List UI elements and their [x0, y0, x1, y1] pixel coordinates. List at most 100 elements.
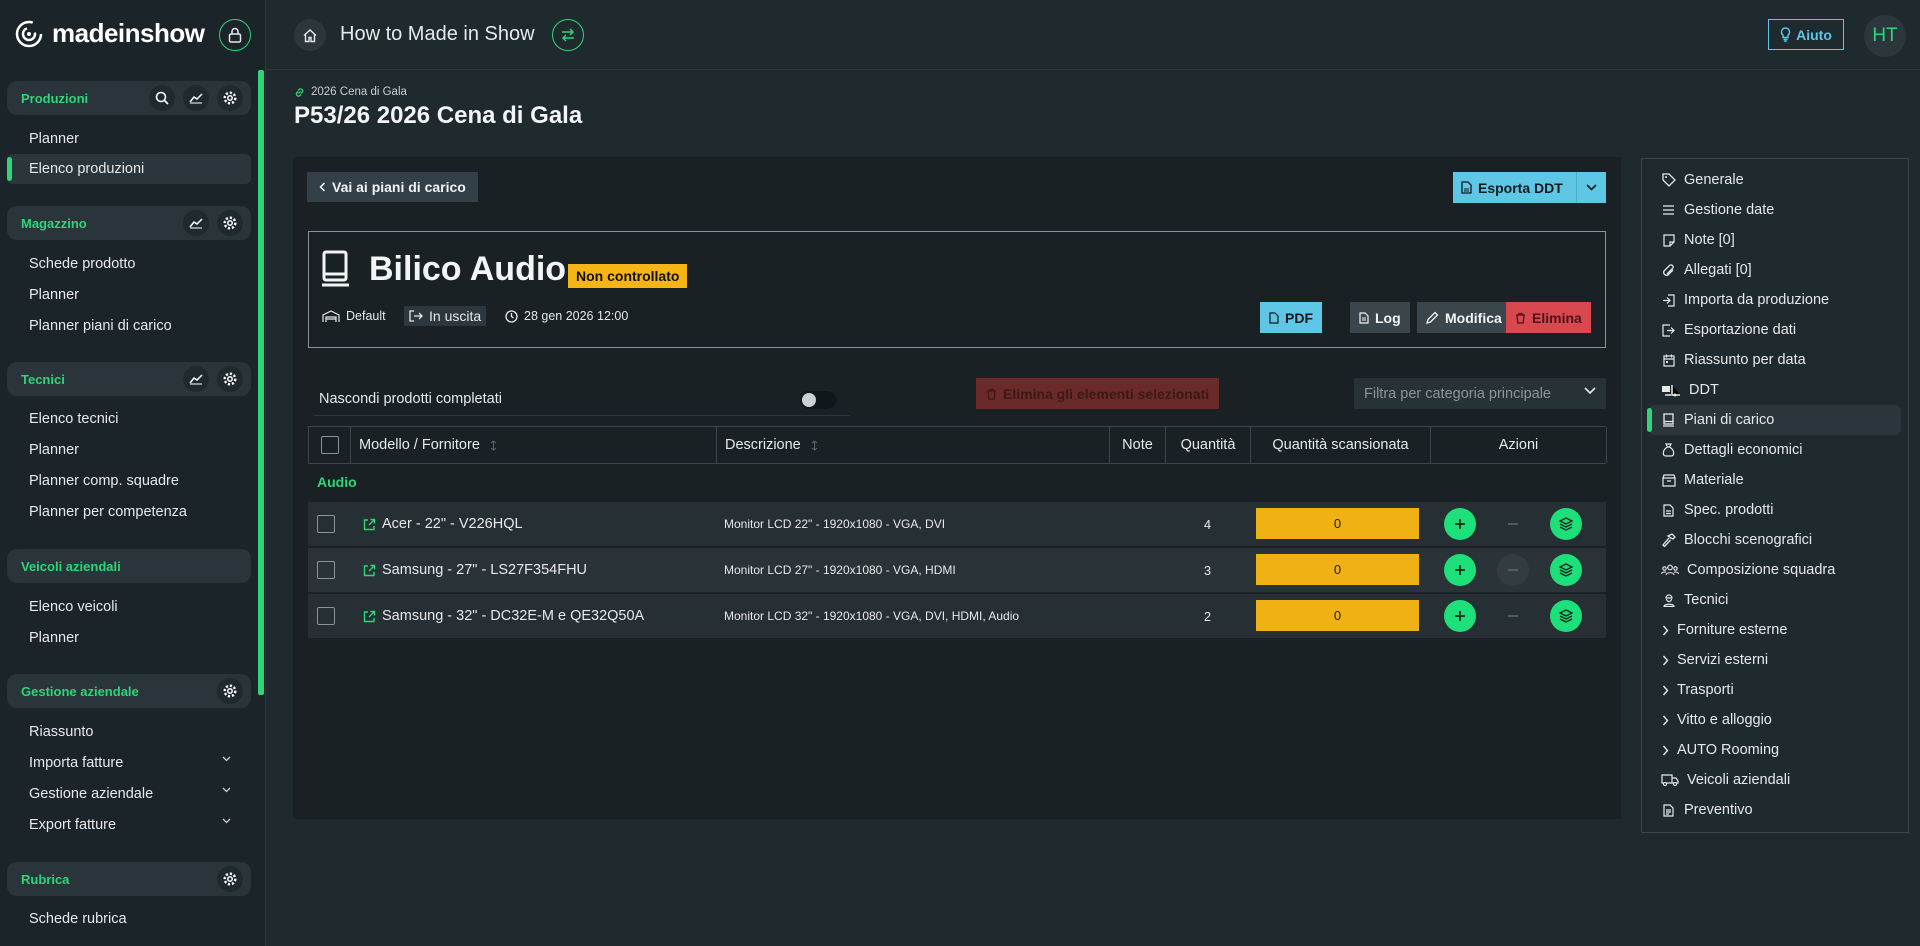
section-rubrica[interactable]: Rubrica — [7, 862, 251, 896]
column-description[interactable]: Descrizione — [717, 427, 1110, 463]
layers-icon — [1559, 563, 1573, 577]
increment-button[interactable] — [1444, 554, 1476, 586]
layers-button[interactable] — [1550, 554, 1582, 586]
truck-loading-icon — [1661, 383, 1681, 398]
sidebar-item-planner[interactable]: Planner — [7, 623, 251, 653]
sidebar-item-planner[interactable]: Planner — [7, 124, 251, 154]
home-button[interactable] — [294, 19, 326, 51]
list-icon — [1661, 203, 1676, 218]
column-model[interactable]: Modello / Fornitore — [351, 427, 717, 463]
hide-completed-toggle[interactable] — [800, 391, 836, 409]
nav-item-gestione-date[interactable]: Gestione date — [1649, 195, 1901, 225]
nav-item-composizione-squadra[interactable]: Composizione squadra — [1649, 555, 1901, 585]
sidebar-item-schede-rubrica[interactable]: Schede rubrica — [7, 904, 251, 934]
chart-icon[interactable] — [183, 210, 209, 236]
gear-icon[interactable] — [217, 85, 243, 111]
nav-item-dettagli-economici[interactable]: Dettagli economici — [1649, 435, 1901, 465]
sidebar-item-importa-fatture[interactable]: Importa fatture — [7, 748, 251, 778]
sidebar-item-riassunto[interactable]: Riassunto — [7, 717, 251, 747]
chart-icon[interactable] — [183, 85, 209, 111]
row-checkbox[interactable] — [317, 515, 335, 533]
gear-icon[interactable] — [217, 210, 243, 236]
gear-icon[interactable] — [217, 866, 243, 892]
nav-item-auto-rooming[interactable]: AUTO Rooming — [1649, 735, 1901, 765]
scanned-quantity-bar[interactable]: 0 — [1256, 508, 1419, 539]
sidebar-item-planner-piani-di-carico[interactable]: Planner piani di carico — [7, 311, 251, 341]
nav-item-preventivo[interactable]: Preventivo — [1649, 795, 1901, 825]
nav-item-vitto-e-alloggio[interactable]: Vitto e alloggio — [1649, 705, 1901, 735]
edit-button[interactable]: Modifica — [1417, 302, 1511, 333]
sidebar-item-label: Gestione aziendale — [29, 786, 154, 802]
nav-item-importa-da-produzione[interactable]: Importa da produzione — [1649, 285, 1901, 315]
nav-item-esportazione-dati[interactable]: Esportazione dati — [1649, 315, 1901, 345]
section-tecnici[interactable]: Tecnici — [7, 362, 251, 396]
chart-icon[interactable] — [183, 366, 209, 392]
log-button[interactable]: Log — [1350, 302, 1410, 333]
nav-item-ddt[interactable]: DDT — [1649, 375, 1901, 405]
nav-item-blocchi-scenografici[interactable]: Blocchi scenografici — [1649, 525, 1901, 555]
avatar[interactable]: HT — [1864, 15, 1906, 57]
increment-button[interactable] — [1444, 508, 1476, 540]
nav-item-trasporti[interactable]: Trasporti — [1649, 675, 1901, 705]
increment-button[interactable] — [1444, 600, 1476, 632]
nav-item-servizi-esterni[interactable]: Servizi esterni — [1649, 645, 1901, 675]
sidebar-item-planner-per-competenza[interactable]: Planner per competenza — [7, 497, 251, 527]
sidebar-item-elenco-tecnici[interactable]: Elenco tecnici — [7, 404, 251, 434]
breadcrumb[interactable]: 2026 Cena di Gala — [294, 86, 407, 98]
gear-icon[interactable] — [217, 678, 243, 704]
gear-icon[interactable] — [217, 366, 243, 392]
model-cell[interactable]: Samsung - 27" - LS27F354FHU — [363, 548, 587, 592]
nav-item-allegati[interactable]: Allegati [0] — [1649, 255, 1901, 285]
nav-item-forniture-esterne[interactable]: Forniture esterne — [1649, 615, 1901, 645]
hide-completed-row: Nascondi prodotti completati — [314, 383, 850, 416]
sidebar-item-elenco-veicoli[interactable]: Elenco veicoli — [7, 592, 251, 622]
section-produzioni[interactable]: Produzioni — [7, 81, 251, 115]
brand-logo[interactable]: madeinshow — [14, 18, 205, 49]
export-dropdown-toggle[interactable] — [1576, 172, 1606, 203]
sidebar-item-planner-comp-squadre[interactable]: Planner comp. squadre — [7, 466, 251, 496]
sidebar-item-export-fatture[interactable]: Export fatture — [7, 810, 251, 840]
layers-button[interactable] — [1550, 600, 1582, 632]
nav-item-note[interactable]: Note [0] — [1649, 225, 1901, 255]
help-button[interactable]: Aiuto — [1768, 19, 1844, 50]
pdf-file-icon — [1461, 181, 1472, 194]
row-checkbox[interactable] — [317, 561, 335, 579]
sidebar-item-elenco-produzioni[interactable]: Elenco produzioni — [7, 154, 251, 184]
nav-item-generale[interactable]: Generale — [1649, 165, 1901, 195]
model-cell[interactable]: Acer - 22" - V226HQL — [363, 502, 523, 546]
sidebar-item-gestione-aziendale[interactable]: Gestione aziendale — [7, 779, 251, 809]
scanned-quantity-bar[interactable]: 0 — [1256, 600, 1419, 631]
delete-selected-button[interactable]: Elimina gli elementi selezionati — [976, 378, 1220, 409]
sidebar-item-planner[interactable]: Planner — [7, 435, 251, 465]
nav-item-piani-di-carico[interactable]: Piani di carico — [1647, 405, 1901, 435]
decrement-button[interactable] — [1497, 600, 1529, 632]
scanned-quantity-bar[interactable]: 0 — [1256, 554, 1419, 585]
decrement-button[interactable] — [1497, 508, 1529, 540]
select-all-checkbox[interactable] — [320, 436, 339, 454]
export-ddt-button[interactable]: Esporta DDT — [1453, 172, 1606, 203]
layers-button[interactable] — [1550, 508, 1582, 540]
load-plan-card: Bilico Audio Non controllato Default In … — [308, 231, 1606, 348]
section-magazzino[interactable]: Magazzino — [7, 206, 251, 240]
lock-button[interactable] — [219, 19, 251, 51]
nav-item-materiale[interactable]: Materiale — [1649, 465, 1901, 495]
switch-workspace-button[interactable] — [552, 19, 584, 51]
nav-item-riassunto-per-data[interactable]: Riassunto per data — [1649, 345, 1901, 375]
search-icon[interactable] — [149, 85, 175, 111]
sidebar-item-planner[interactable]: Planner — [7, 280, 251, 310]
model-cell[interactable]: Samsung - 32" - DC32E-M e QE32Q50A — [363, 594, 644, 638]
nav-item-veicoli-aziendali[interactable]: Veicoli aziendali — [1649, 765, 1901, 795]
decrement-button[interactable] — [1497, 554, 1529, 586]
sidebar-scrollbar[interactable] — [258, 70, 264, 695]
nav-item-spec-prodotti[interactable]: Spec. prodotti — [1649, 495, 1901, 525]
section-veicoli-aziendali[interactable]: Veicoli aziendali — [7, 549, 251, 583]
category-filter-select[interactable]: Filtra per categoria principale — [1354, 378, 1606, 409]
delete-button[interactable]: Elimina — [1506, 302, 1591, 333]
nav-item-tecnici[interactable]: Tecnici — [1649, 585, 1901, 615]
sidebar-item-label: Export fatture — [29, 817, 117, 833]
section-gestione-aziendale[interactable]: Gestione aziendale — [7, 674, 251, 708]
sidebar-item-schede-prodotto[interactable]: Schede prodotto — [7, 249, 251, 279]
pdf-button[interactable]: PDF — [1260, 302, 1322, 333]
row-checkbox[interactable] — [317, 607, 335, 625]
back-to-load-plans-button[interactable]: Vai ai piani di carico — [307, 172, 478, 202]
